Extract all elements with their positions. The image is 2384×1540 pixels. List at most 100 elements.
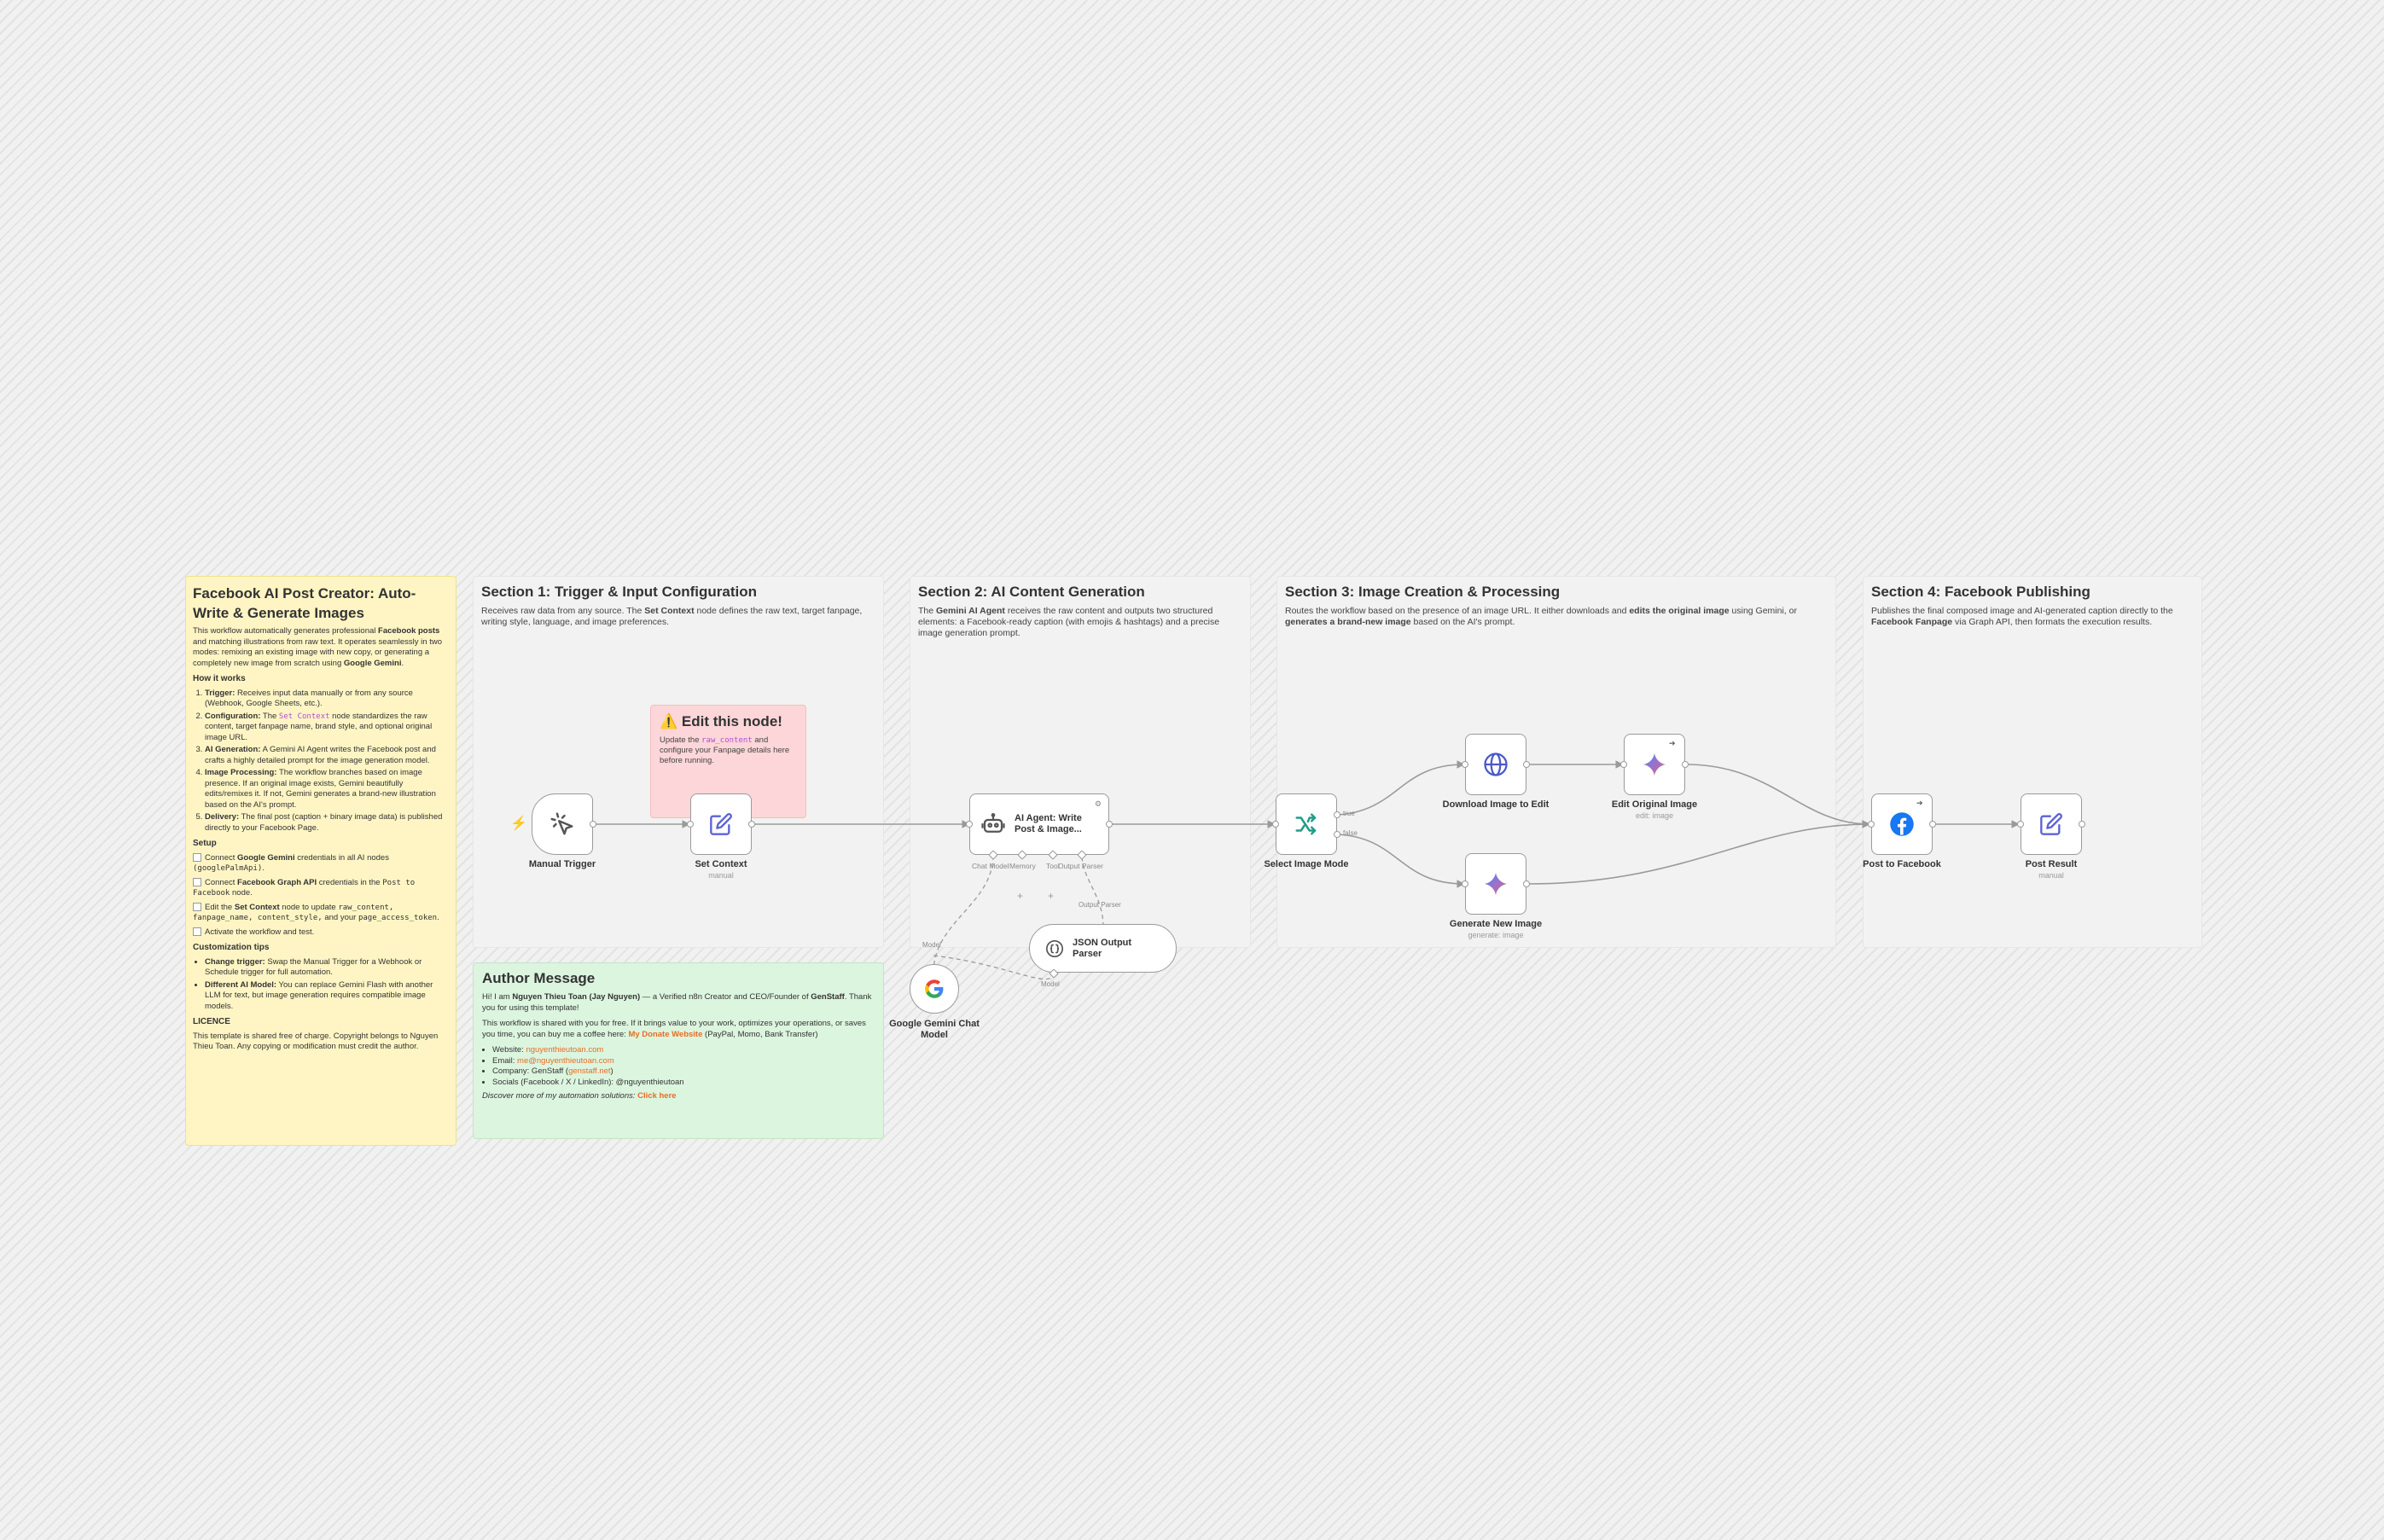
google-g-icon [925, 979, 944, 998]
contact-email: Email: me@nguyenthieutoan.com [492, 1056, 875, 1067]
post-to-facebook-node[interactable] [1871, 793, 1933, 855]
port-out[interactable] [1106, 821, 1113, 828]
lightning-icon: ⚡ [510, 816, 527, 831]
email-link[interactable]: me@nguyenthieutoan.com [517, 1056, 614, 1066]
port-out[interactable] [748, 821, 755, 828]
contact-company: Company: GenStaff (genstaff.net) [492, 1066, 875, 1078]
author-message-note[interactable]: Author Message Hi! I am Nguyen Thieu Toa… [473, 962, 884, 1139]
setup-heading: Setup [193, 839, 217, 848]
gemini-sparkle-icon [1643, 753, 1666, 776]
json-parser-label: JSON Output Parser [1073, 937, 1132, 959]
licence-heading: LICENCE [193, 1017, 230, 1026]
how-item: Image Processing: The workflow branches … [205, 768, 449, 811]
author-donate: This workflow is shared with you for fre… [482, 1019, 866, 1039]
braces-icon [1046, 939, 1063, 957]
gemini-chat-model-node[interactable] [910, 964, 959, 1014]
parser-top-label: Output Parser [1079, 901, 1121, 909]
section1-title: Section 1: Trigger & Input Configuration [481, 584, 757, 600]
generate-new-label: Generate New Image [1449, 919, 1543, 929]
how-heading: How it works [193, 674, 246, 683]
port-label-chat-model: Chat Model [972, 862, 1009, 870]
facebook-icon [1890, 812, 1914, 836]
section3-title: Section 3: Image Creation & Processing [1285, 584, 1561, 600]
section2-note[interactable]: Section 2: AI Content Generation The Gem… [910, 576, 1251, 948]
setup-item[interactable]: Activate the workflow and test. [193, 927, 449, 939]
section1-desc: Receives raw data from any source. The S… [481, 606, 863, 627]
how-item: Trigger: Receives input data manually or… [205, 689, 449, 710]
port-out[interactable] [1929, 821, 1936, 828]
port-in[interactable] [1462, 880, 1468, 887]
discover-link[interactable]: Click here [637, 1091, 676, 1101]
how-list: Trigger: Receives input data manually or… [193, 689, 449, 834]
edit-original-image-node[interactable] [1624, 734, 1685, 795]
port-out[interactable] [2079, 821, 2085, 828]
intro-title: Facebook AI Post Creator: Auto-Write & G… [193, 585, 416, 621]
gemini-sparkle-icon [1484, 872, 1508, 896]
settings-icon[interactable]: ⚙ [1095, 799, 1102, 809]
download-image-node[interactable] [1465, 734, 1526, 795]
port-out[interactable] [1682, 761, 1689, 768]
port-in[interactable] [1462, 761, 1468, 768]
ai-agent-label: AI Agent: Write Post & Image... [1015, 813, 1082, 834]
robot-icon [981, 813, 1005, 833]
edit-original-sub: edit: image [1635, 811, 1674, 820]
generate-new-sub: generate: image [1468, 931, 1524, 939]
add-tool-button[interactable]: + [1048, 890, 1054, 902]
port-out-true[interactable] [1334, 811, 1340, 818]
port-in[interactable] [1868, 821, 1875, 828]
company-link[interactable]: genstaff.net [568, 1066, 610, 1076]
lightning-icon: ➔ [1669, 739, 1676, 747]
port-in[interactable] [2017, 821, 2024, 828]
section4-note[interactable]: Section 4: Facebook Publishing Publishes… [1863, 576, 2202, 948]
contact-socials: Socials (Facebook / X / LinkedIn): @nguy… [492, 1078, 875, 1089]
section3-desc: Routes the workflow based on the presenc… [1285, 606, 1797, 627]
set-context-node[interactable] [690, 793, 752, 855]
custom-list: Change trigger: Swap the Manual Trigger … [193, 957, 449, 1013]
port-in[interactable] [687, 821, 694, 828]
ai-agent-node[interactable]: AI Agent: Write Post & Image... ⚙ [969, 793, 1109, 855]
section4-desc: Publishes the final composed image and A… [1871, 606, 2173, 627]
custom-item: Change trigger: Swap the Manual Trigger … [205, 957, 449, 979]
select-image-mode-node[interactable] [1276, 793, 1337, 855]
set-context-sub: manual [708, 871, 734, 880]
port-out[interactable] [1523, 880, 1530, 887]
section4-title: Section 4: Facebook Publishing [1871, 584, 2090, 600]
intro-paragraph: This workflow automatically generates pr… [193, 626, 442, 668]
select-image-mode-label: Select Image Mode [1264, 859, 1349, 869]
author-discover: Discover more of my automation solutions… [482, 1091, 677, 1101]
custom-item: Different AI Model: You can replace Gemi… [205, 980, 449, 1013]
branch-false-label: false [1343, 829, 1358, 837]
website-link[interactable]: nguyenthieutoan.com [526, 1045, 603, 1055]
how-item: Delivery: The final post (caption + bina… [205, 812, 449, 834]
port-out-false[interactable] [1334, 831, 1340, 838]
setup-item[interactable]: Connect Google Gemini credentials in all… [193, 853, 449, 875]
setup-item[interactable]: Edit the Set Context node to update raw_… [193, 903, 449, 924]
port-in[interactable] [966, 821, 973, 828]
intro-sticky-note[interactable]: Facebook AI Post Creator: Auto-Write & G… [185, 576, 456, 1146]
post-result-node[interactable] [2021, 793, 2082, 855]
manual-trigger-label: Manual Trigger [528, 859, 596, 869]
edit-warning-title: ⚠️ Edit this node! [660, 713, 782, 729]
post-result-sub: manual [2038, 871, 2064, 880]
section2-title: Section 2: AI Content Generation [918, 584, 1145, 600]
port-out[interactable] [1523, 761, 1530, 768]
section3-note[interactable]: Section 3: Image Creation & Processing R… [1276, 576, 1836, 948]
port-label-memory: Memory [1009, 862, 1036, 870]
pencil-edit-icon [710, 813, 732, 835]
port-out[interactable] [590, 821, 596, 828]
pencil-edit-icon [2040, 813, 2062, 835]
manual-trigger-node[interactable] [532, 793, 593, 855]
how-item: Configuration: The Set Context node stan… [205, 712, 449, 744]
json-output-parser-node[interactable]: JSON Output Parser [1029, 924, 1177, 973]
setup-item[interactable]: Connect Facebook Graph API credentials i… [193, 878, 449, 899]
donate-link[interactable]: My Donate Website [628, 1030, 702, 1039]
section2-desc: The Gemini AI Agent receives the raw con… [918, 606, 1220, 638]
port-in[interactable] [1272, 821, 1279, 828]
port-label-output-parser: Output Parser [1058, 862, 1103, 870]
port-in[interactable] [1620, 761, 1627, 768]
add-memory-button[interactable]: + [1017, 890, 1023, 902]
generate-new-image-node[interactable] [1465, 853, 1526, 915]
set-context-label: Set Context [695, 859, 747, 869]
lightning-icon: ➔ [1916, 799, 1923, 807]
globe-icon [1484, 753, 1508, 776]
